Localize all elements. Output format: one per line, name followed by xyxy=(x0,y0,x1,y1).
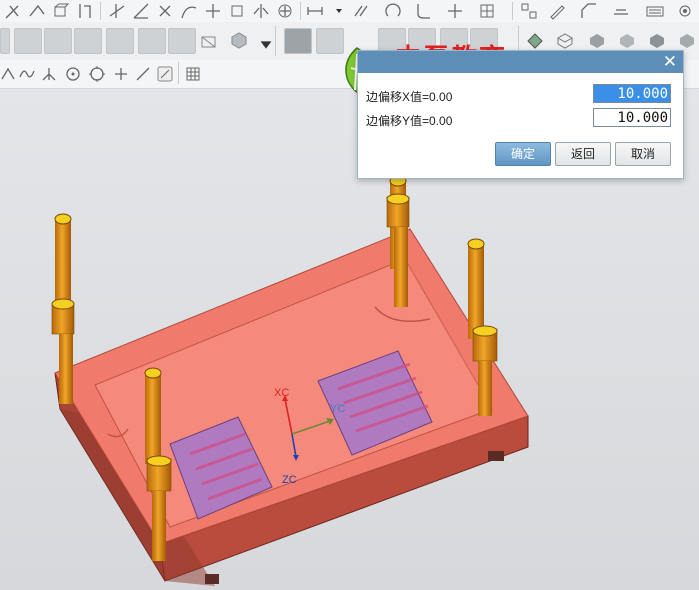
mirror-icon[interactable] xyxy=(252,2,270,20)
transform-icon[interactable] xyxy=(228,2,246,20)
wireframe-icon[interactable] xyxy=(200,32,218,50)
settings-icon[interactable] xyxy=(676,2,694,20)
fillet-icon[interactable] xyxy=(414,2,432,20)
view-icon[interactable] xyxy=(526,32,544,50)
yc-label: YC xyxy=(330,403,345,415)
extrude-icon[interactable] xyxy=(52,2,70,20)
style-swatch[interactable] xyxy=(284,28,312,54)
keyboard-icon[interactable] xyxy=(646,2,664,20)
view-icon[interactable] xyxy=(618,32,636,50)
zc-label: ZC xyxy=(282,474,297,486)
offset-dialog: ✕ 边偏移X值=0.00 边偏移Y值=0.00 确定 返回 取消 xyxy=(357,50,684,179)
view-icon[interactable] xyxy=(648,32,666,50)
polyline-icon[interactable] xyxy=(0,65,18,83)
style-swatch[interactable] xyxy=(168,28,196,54)
style-swatch[interactable] xyxy=(44,28,72,54)
style-swatch[interactable] xyxy=(106,28,134,54)
cross-icon[interactable] xyxy=(156,2,174,20)
edit-icon[interactable] xyxy=(548,2,566,20)
trim-icon[interactable] xyxy=(4,2,22,20)
view-icon[interactable] xyxy=(588,32,606,50)
line-icon[interactable] xyxy=(134,65,152,83)
chamfer-icon[interactable] xyxy=(580,2,598,20)
rotate-icon[interactable] xyxy=(276,2,294,20)
style-swatch[interactable] xyxy=(74,28,102,54)
center-icon[interactable] xyxy=(88,65,106,83)
spline-icon[interactable] xyxy=(18,65,36,83)
arc-icon[interactable] xyxy=(384,2,402,20)
style-swatch[interactable] xyxy=(14,28,42,54)
style-swatch[interactable] xyxy=(0,28,10,54)
point-icon[interactable] xyxy=(446,2,464,20)
line-icon[interactable] xyxy=(108,2,126,20)
chevron-down-icon[interactable] xyxy=(257,36,272,54)
ok-button[interactable]: 确定 xyxy=(495,142,551,166)
shade-icon[interactable] xyxy=(230,31,248,49)
circle-icon[interactable] xyxy=(64,65,82,83)
snap-icon[interactable] xyxy=(156,65,174,83)
view-icon[interactable] xyxy=(678,32,696,50)
table-icon[interactable] xyxy=(478,2,496,20)
pattern-icon[interactable] xyxy=(520,2,538,20)
dialog-title-bar[interactable]: ✕ xyxy=(358,51,683,73)
dimension-icon[interactable] xyxy=(612,2,630,20)
bisector-icon[interactable] xyxy=(40,65,58,83)
measure-icon[interactable] xyxy=(306,2,324,20)
xc-label: XC xyxy=(274,387,289,399)
point-icon[interactable] xyxy=(112,65,130,83)
cancel-button[interactable]: 取消 xyxy=(615,142,671,166)
offset-y-input[interactable] xyxy=(593,108,671,127)
parallel-icon[interactable] xyxy=(352,2,370,20)
curve-icon[interactable] xyxy=(180,2,198,20)
offset-icon[interactable] xyxy=(76,2,94,20)
top-toolbar xyxy=(0,0,699,23)
grid-icon[interactable] xyxy=(184,65,202,83)
mold-base xyxy=(54,228,529,586)
view-icon[interactable] xyxy=(556,32,574,50)
offset-x-input[interactable] xyxy=(593,84,671,103)
sketch-icon[interactable] xyxy=(28,2,46,20)
offset-x-label: 边偏移X值=0.00 xyxy=(366,90,453,104)
offset-y-label: 边偏移Y值=0.00 xyxy=(366,114,453,128)
angle-icon[interactable] xyxy=(132,2,150,20)
back-button[interactable]: 返回 xyxy=(555,142,611,166)
style-swatch[interactable] xyxy=(138,28,166,54)
close-button[interactable]: ✕ xyxy=(663,52,677,72)
style-swatch[interactable] xyxy=(316,28,344,54)
move-icon[interactable] xyxy=(204,2,222,20)
chevron-down-icon[interactable] xyxy=(330,2,348,20)
